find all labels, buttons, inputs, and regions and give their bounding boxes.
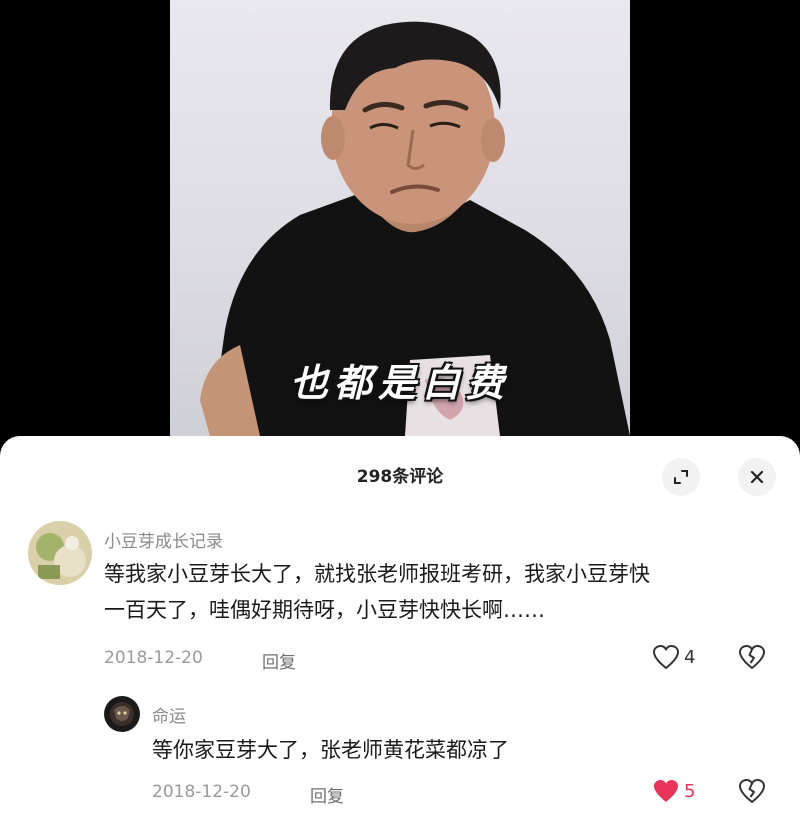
reply-button[interactable]: 回复 bbox=[310, 782, 344, 807]
like-count: 4 bbox=[684, 646, 696, 668]
video-subtitle: 也都是白费 bbox=[289, 360, 510, 405]
comment-username[interactable]: 小豆芽成长记录 bbox=[104, 527, 223, 552]
comments-sheet: 298条评论 小豆芽成长记录 等我家小豆芽长大了，就找张老师报班考研，我家小豆芽… bbox=[0, 436, 800, 824]
like-button[interactable]: 5 bbox=[652, 778, 695, 804]
reply-text: 等你家豆芽大了，张老师黄花菜都凉了 bbox=[152, 738, 509, 762]
avatar-image bbox=[28, 521, 92, 585]
reply-username[interactable]: 命运 bbox=[152, 702, 186, 727]
avatar-image bbox=[104, 696, 140, 732]
broken-heart-icon bbox=[739, 779, 765, 803]
comment-text-line: 一百天了，哇偶好期待呀，小豆芽快快长啊…… bbox=[104, 598, 545, 622]
reply-button[interactable]: 回复 bbox=[262, 648, 296, 673]
reply-item: 命运 等你家豆芽大了，张老师黄花菜都凉了 2018-12-20 回复 5 bbox=[0, 686, 800, 824]
dislike-button[interactable] bbox=[738, 644, 766, 674]
broken-heart-icon bbox=[739, 645, 765, 669]
dislike-button[interactable] bbox=[738, 778, 766, 808]
comment-text: 等我家小豆芽长大了，就找张老师报班考研，我家小豆芽快 一百天了，哇偶好期待呀，小… bbox=[104, 556, 784, 628]
video-frame: 也都是白费 bbox=[170, 0, 630, 436]
comment-item: 小豆芽成长记录 等我家小豆芽长大了，就找张老师报班考研，我家小豆芽快 一百天了，… bbox=[0, 436, 800, 686]
reply-date: 2018-12-20 bbox=[152, 782, 251, 802]
like-button[interactable]: 4 bbox=[652, 644, 695, 670]
heart-filled-icon bbox=[654, 780, 678, 802]
video-player[interactable]: 也都是白费 bbox=[0, 0, 800, 436]
avatar[interactable] bbox=[104, 696, 140, 732]
comment-date: 2018-12-20 bbox=[104, 648, 203, 668]
like-count: 5 bbox=[684, 780, 696, 802]
heart-icon bbox=[653, 645, 679, 669]
comment-text-line: 等我家小豆芽长大了，就找张老师报班考研，我家小豆芽快 bbox=[104, 562, 650, 586]
avatar[interactable] bbox=[28, 521, 92, 585]
